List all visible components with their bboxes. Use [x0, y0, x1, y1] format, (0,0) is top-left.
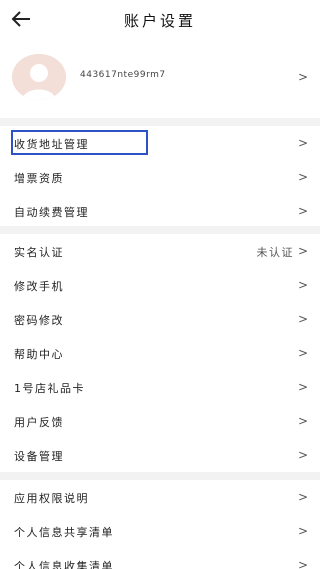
chevron-right-icon: > — [297, 278, 308, 292]
row-label: 个人信息共享清单 — [14, 526, 114, 539]
row-label: 个人信息收集清单 — [14, 560, 114, 569]
row-info-collection-list[interactable]: 个人信息收集清单 > — [0, 548, 320, 569]
row-invoice-qualification[interactable]: 增票资质 > — [0, 160, 320, 194]
row-user-feedback[interactable]: 用户反馈 > — [0, 404, 320, 438]
row-shipping-address[interactable]: 收货地址管理 > — [0, 126, 320, 160]
chevron-right-icon: > — [297, 558, 308, 569]
row-label: 1号店礼品卡 — [14, 382, 85, 395]
row-label: 帮助中心 — [14, 348, 64, 361]
row-real-name-auth[interactable]: 实名认证 未认证 > — [0, 234, 320, 268]
row-label: 应用权限说明 — [14, 492, 89, 505]
row-label: 收货地址管理 — [14, 138, 89, 151]
row-label: 实名认证 — [14, 246, 64, 259]
default-avatar-icon — [12, 54, 66, 100]
row-auto-renewal[interactable]: 自动续费管理 > — [0, 194, 320, 228]
row-change-phone[interactable]: 修改手机 > — [0, 268, 320, 302]
chevron-right-icon: > — [297, 448, 308, 462]
chevron-right-icon: > — [297, 170, 308, 184]
page-title: 账户设置 — [123, 12, 196, 30]
row-gift-card[interactable]: 1号店礼品卡 > — [0, 370, 320, 404]
username-text: 443617nte99rm7 — [80, 70, 166, 80]
row-change-password[interactable]: 密码修改 > — [0, 302, 320, 336]
row-label: 自动续费管理 — [14, 206, 89, 219]
row-label: 密码修改 — [14, 314, 64, 327]
chevron-right-icon: > — [297, 204, 308, 218]
row-label: 设备管理 — [14, 450, 64, 463]
profile-row[interactable]: 443617nte99rm7 > — [0, 44, 320, 112]
chevron-right-icon: > — [297, 244, 308, 258]
header-bar: 账户设置 — [0, 0, 320, 38]
chevron-right-icon: > — [297, 70, 308, 84]
row-info-sharing-list[interactable]: 个人信息共享清单 > — [0, 514, 320, 548]
chevron-right-icon: > — [297, 414, 308, 428]
chevron-right-icon: > — [297, 380, 308, 394]
chevron-right-icon: > — [297, 136, 308, 150]
auth-status: 未认证 — [256, 246, 294, 259]
chevron-right-icon: > — [297, 346, 308, 360]
row-label: 用户反馈 — [14, 416, 64, 429]
row-label: 增票资质 — [14, 172, 64, 185]
row-device-management[interactable]: 设备管理 > — [0, 438, 320, 472]
chevron-right-icon: > — [297, 490, 308, 504]
row-label: 修改手机 — [14, 280, 64, 293]
chevron-right-icon: > — [297, 524, 308, 538]
row-help-center[interactable]: 帮助中心 > — [0, 336, 320, 370]
row-app-permissions[interactable]: 应用权限说明 > — [0, 480, 320, 514]
chevron-right-icon: > — [297, 312, 308, 326]
